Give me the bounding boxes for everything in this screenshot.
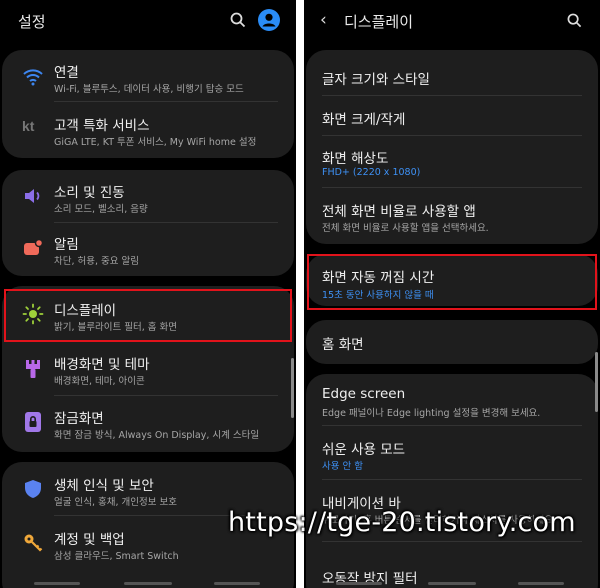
nav-bar-recent[interactable] — [336, 582, 382, 585]
display-item-home-screen[interactable]: 홈 화면 — [322, 320, 582, 364]
display-item-subtitle: FHD+ (2220 x 1080) — [322, 167, 421, 178]
settings-item-subtitle: 차단, 허용, 중요 알림 — [54, 256, 140, 267]
search-icon[interactable] — [230, 12, 246, 28]
display-item-title: Edge screen — [322, 386, 406, 402]
display-item-title: 글자 크기와 스타일 — [322, 72, 430, 88]
settings-item-subtitle: Wi-Fi, 블루투스, 데이터 사용, 비행기 탑승 모드 — [54, 84, 244, 95]
watermark-url: https://tge-20.tistory.com — [228, 507, 576, 538]
settings-item-title: 배경화면 및 테마 — [54, 357, 150, 373]
settings-item-wallpaper[interactable]: 배경화면 및 테마 배경화면, 테마, 아이콘 — [2, 341, 294, 396]
display-item-title: 홈 화면 — [322, 337, 364, 353]
nav-bar-home[interactable] — [124, 582, 172, 585]
display-item-subtitle: 전체 화면 비율로 사용할 앱을 선택하세요. — [322, 223, 489, 234]
settings-app-bar: 설정 — [0, 0, 296, 44]
settings-screen: 설정 연결 Wi-Fi, 블루투스, 데이터 사용, 비행기 탑승 모드 kt — [0, 0, 296, 588]
display-item-title: 전체 화면 비율로 사용할 앱 — [322, 204, 476, 220]
wifi-icon — [23, 69, 43, 86]
settings-item-title: 알림 — [54, 237, 79, 253]
settings-item-kt-services[interactable]: kt 고객 특화 서비스 GiGA LTE, KT 투폰 서비스, My WiF… — [2, 102, 294, 158]
settings-item-subtitle: 얼굴 인식, 홍채, 개인정보 보호 — [54, 497, 177, 508]
display-item-title: 쉬운 사용 모드 — [322, 442, 406, 458]
display-item-title: 화면 해상도 — [322, 151, 389, 167]
shield-icon — [25, 480, 41, 498]
display-item-subtitle: 사용 안 함 — [322, 461, 363, 472]
settings-item-title: 소리 및 진동 — [54, 185, 125, 201]
settings-item-lockscreen[interactable]: 잠금화면 화면 잠금 방식, Always On Display, 시계 스타일 — [2, 396, 294, 452]
nav-bar-home[interactable] — [428, 582, 476, 585]
settings-item-notifications[interactable]: 알림 차단, 허용, 중요 알림 — [2, 223, 294, 276]
display-item-fullscreen-apps[interactable]: 전체 화면 비율로 사용할 앱 전체 화면 비율로 사용할 앱을 선택하세요. — [322, 188, 582, 244]
display-item-zoom[interactable]: 화면 크게/작게 — [322, 96, 582, 136]
display-group-4: Edge screen Edge 패널이나 Edge lighting 설정을 … — [306, 374, 598, 588]
settings-group-connections: 연결 Wi-Fi, 블루투스, 데이터 사용, 비행기 탑승 모드 kt 고객 … — [2, 50, 294, 158]
settings-item-subtitle: 삼성 클라우드, Smart Switch — [54, 551, 179, 562]
search-icon[interactable] — [567, 13, 582, 28]
page-title: 설정 — [18, 13, 46, 31]
settings-item-subtitle: 소리 모드, 벨소리, 음량 — [54, 204, 148, 215]
back-arrow-icon[interactable]: ‹ — [320, 10, 327, 30]
settings-group-sound: 소리 및 진동 소리 모드, 벨소리, 음량 알림 차단, 허용, 중요 알림 — [2, 170, 294, 276]
settings-item-subtitle: 배경화면, 테마, 아이콘 — [54, 376, 145, 387]
notification-icon — [24, 238, 44, 255]
settings-item-title: 연결 — [54, 65, 79, 81]
settings-item-title: 고객 특화 서비스 — [54, 118, 150, 134]
highlight-box-display — [4, 289, 292, 342]
nav-bar-recent[interactable] — [34, 582, 80, 585]
scrollbar[interactable] — [595, 352, 598, 412]
display-settings-screen: ‹ 디스플레이 글자 크기와 스타일 화면 크게/작게 화면 해상도 FHD+ … — [304, 0, 600, 588]
highlight-box-screen-timeout — [307, 254, 597, 310]
scrollbar[interactable] — [291, 358, 294, 418]
nav-bar-back[interactable] — [518, 582, 564, 585]
settings-item-title: 잠금화면 — [54, 411, 104, 427]
settings-item-sound[interactable]: 소리 및 진동 소리 모드, 벨소리, 음량 — [2, 170, 294, 223]
settings-item-connections[interactable]: 연결 Wi-Fi, 블루투스, 데이터 사용, 비행기 탑승 모드 — [2, 50, 294, 102]
display-group-1: 글자 크기와 스타일 화면 크게/작게 화면 해상도 FHD+ (2220 x … — [306, 50, 598, 244]
display-item-title: 화면 크게/작게 — [322, 112, 406, 128]
lockscreen-icon — [25, 412, 41, 432]
key-icon — [24, 534, 43, 552]
settings-item-title: 생체 인식 및 보안 — [54, 478, 154, 494]
display-item-subtitle: Edge 패널이나 Edge lighting 설정을 변경해 보세요. — [322, 408, 541, 419]
settings-item-title: 계정 및 백업 — [54, 532, 125, 548]
display-app-bar: ‹ 디스플레이 — [304, 0, 600, 44]
display-item-font[interactable]: 글자 크기와 스타일 — [322, 50, 582, 96]
display-item-easy-mode[interactable]: 쉬운 사용 모드 사용 안 함 — [322, 426, 582, 480]
settings-item-subtitle: 화면 잠금 방식, Always On Display, 시계 스타일 — [54, 430, 260, 441]
wallpaper-icon — [26, 360, 40, 378]
settings-item-subtitle: GiGA LTE, KT 투폰 서비스, My WiFi home 설정 — [54, 137, 257, 148]
profile-icon[interactable] — [258, 9, 280, 31]
page-title: 디스플레이 — [344, 13, 414, 31]
display-item-resolution[interactable]: 화면 해상도 FHD+ (2220 x 1080) — [322, 136, 582, 188]
nav-bar-back[interactable] — [214, 582, 260, 585]
sound-icon — [25, 189, 40, 203]
display-item-edge-screen[interactable]: Edge screen Edge 패널이나 Edge lighting 설정을 … — [322, 374, 582, 426]
display-group-3: 홈 화면 — [306, 320, 598, 364]
kt-icon: kt — [22, 118, 35, 134]
